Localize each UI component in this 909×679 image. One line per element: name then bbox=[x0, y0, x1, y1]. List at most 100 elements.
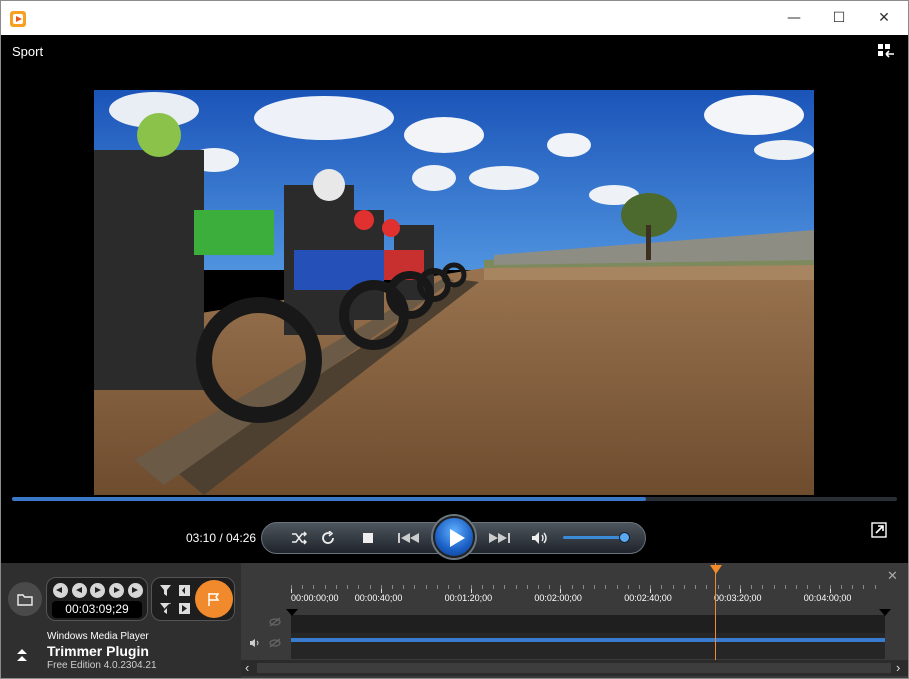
folder-icon bbox=[17, 593, 33, 606]
expand-panel-icon[interactable] bbox=[15, 648, 29, 662]
window: — ☐ ✕ Sport 03:10 / 04:26 00:03:09;29 Wi… bbox=[0, 0, 909, 679]
close-button[interactable]: ✕ bbox=[861, 1, 907, 35]
plugin-name: Trimmer Plugin bbox=[47, 643, 149, 659]
repeat-icon[interactable] bbox=[318, 523, 338, 553]
timeline-scrollbar[interactable]: ‹ › bbox=[241, 660, 908, 676]
stop-icon[interactable] bbox=[358, 523, 378, 553]
ruler-minor-tick bbox=[324, 585, 326, 589]
audio-track[interactable] bbox=[291, 633, 885, 659]
ruler-minor-tick bbox=[302, 585, 304, 589]
open-file-button[interactable] bbox=[8, 582, 42, 616]
filter-icon[interactable] bbox=[160, 585, 171, 596]
ruler-minor-tick bbox=[852, 585, 854, 589]
ruler-minor-tick bbox=[627, 585, 629, 589]
ruler-minor-tick bbox=[481, 585, 483, 589]
ruler-minor-tick bbox=[403, 585, 405, 589]
ruler-minor-tick bbox=[605, 585, 607, 589]
ruler-tick-label: 00:00:00;00 bbox=[291, 593, 339, 603]
play-button[interactable] bbox=[433, 516, 475, 558]
volume-slider-thumb[interactable] bbox=[619, 532, 630, 543]
scrollbar-thumb[interactable] bbox=[257, 663, 891, 673]
frame-navigation: 00:03:09;29 bbox=[46, 577, 148, 621]
selection-end-marker[interactable] bbox=[879, 609, 891, 616]
ruler-tick-label: 00:04:00;00 bbox=[803, 593, 852, 603]
ruler-minor-tick bbox=[807, 585, 809, 589]
set-end-icon[interactable] bbox=[179, 603, 190, 614]
ruler-minor-tick bbox=[672, 585, 674, 589]
ruler-minor-tick bbox=[515, 585, 517, 589]
ruler-minor-tick bbox=[582, 585, 584, 589]
media-title: Sport bbox=[12, 44, 44, 59]
seek-bar[interactable] bbox=[12, 497, 897, 501]
video-frame[interactable] bbox=[94, 90, 814, 495]
scroll-left-icon[interactable]: ‹ bbox=[245, 660, 249, 676]
ruler-minor-tick bbox=[526, 585, 528, 589]
ruler-minor-tick bbox=[313, 585, 315, 589]
hide-video-track-icon[interactable] bbox=[269, 617, 281, 627]
ruler-minor-tick bbox=[650, 585, 652, 589]
ruler-minor-tick bbox=[493, 585, 495, 589]
ruler-tick-label: 00:01:20;00 bbox=[444, 593, 493, 603]
title-bar: — ☐ ✕ bbox=[1, 1, 908, 35]
timeline-ruler[interactable]: 00:00:00;00 00:00:40;00 00:01:20;00 00:02:0… bbox=[291, 585, 885, 615]
trimmer-controls: 00:03:09;29 Windows Media Player Trimmer… bbox=[1, 563, 241, 678]
maximize-button[interactable]: ☐ bbox=[816, 1, 862, 35]
audio-clip[interactable] bbox=[291, 638, 885, 642]
seek-progress bbox=[12, 497, 646, 501]
clear-filter-icon[interactable] bbox=[160, 603, 171, 614]
selection-start-marker[interactable] bbox=[286, 609, 298, 616]
previous-frame-icon[interactable] bbox=[72, 583, 87, 598]
fullscreen-icon[interactable] bbox=[871, 522, 887, 538]
ruler-tick-label: 00:03:20;00 bbox=[714, 593, 762, 603]
ruler-tick-label: 00:00:40;00 bbox=[354, 593, 403, 603]
ruler-minor-tick bbox=[335, 585, 337, 589]
switch-to-library-icon[interactable] bbox=[877, 43, 895, 59]
hide-audio-track-icon[interactable] bbox=[269, 638, 281, 648]
playhead-handle[interactable] bbox=[710, 565, 722, 574]
ruler-minor-tick bbox=[796, 585, 798, 589]
playhead[interactable] bbox=[715, 563, 716, 661]
ruler-minor-tick bbox=[369, 585, 371, 589]
ruler-minor-tick bbox=[874, 585, 876, 589]
ruler-minor-tick bbox=[425, 585, 427, 589]
minimize-button[interactable]: — bbox=[771, 1, 817, 35]
ruler-minor-tick bbox=[571, 585, 573, 589]
ruler-minor-tick bbox=[291, 585, 292, 589]
previous-icon[interactable] bbox=[390, 523, 428, 553]
ruler-minor-tick bbox=[863, 585, 865, 589]
ruler-minor-tick bbox=[549, 585, 551, 589]
set-start-icon[interactable] bbox=[179, 585, 190, 596]
ruler-minor-tick bbox=[470, 585, 472, 589]
timeline[interactable]: ✕ 00:00:00;00 00:00:40;00 00:01:20;00 00:02… bbox=[241, 563, 908, 678]
ruler-minor-tick bbox=[616, 585, 618, 589]
shuffle-icon[interactable] bbox=[289, 523, 309, 553]
next-icon[interactable] bbox=[480, 523, 518, 553]
scroll-right-icon[interactable]: › bbox=[896, 660, 900, 676]
ruler-minor-tick bbox=[347, 585, 349, 589]
video-area: Sport 03:10 / 04:26 bbox=[1, 35, 908, 563]
position-readout[interactable]: 00:03:09;29 bbox=[52, 601, 142, 618]
ruler-minor-tick bbox=[773, 585, 775, 589]
ruler-minor-tick bbox=[717, 585, 719, 589]
ruler-tick-label: 00:02:40;00 bbox=[624, 593, 672, 603]
add-marker-button[interactable] bbox=[195, 580, 233, 618]
ruler-minor-tick bbox=[841, 585, 843, 589]
ruler-minor-tick bbox=[560, 585, 562, 589]
previous-marker-icon[interactable] bbox=[53, 583, 68, 598]
ruler-minor-tick bbox=[695, 585, 697, 589]
ruler-tick-label: 00:02:00;00 bbox=[534, 593, 582, 603]
ruler-minor-tick bbox=[683, 585, 685, 589]
volume-icon[interactable] bbox=[528, 523, 552, 553]
play-selection-icon[interactable] bbox=[90, 583, 105, 598]
ruler-minor-tick bbox=[784, 585, 786, 589]
ruler-minor-tick bbox=[459, 585, 461, 589]
close-timeline-icon[interactable]: ✕ bbox=[887, 569, 898, 584]
ruler-minor-tick bbox=[537, 585, 539, 589]
ruler-minor-tick bbox=[638, 585, 640, 589]
ruler-minor-tick bbox=[504, 585, 506, 589]
trimmer-panel: 00:03:09;29 Windows Media Player Trimmer… bbox=[1, 563, 908, 678]
flag-icon bbox=[208, 592, 220, 606]
next-marker-icon[interactable] bbox=[128, 583, 143, 598]
next-frame-icon[interactable] bbox=[109, 583, 124, 598]
ruler-minor-tick bbox=[594, 585, 596, 589]
